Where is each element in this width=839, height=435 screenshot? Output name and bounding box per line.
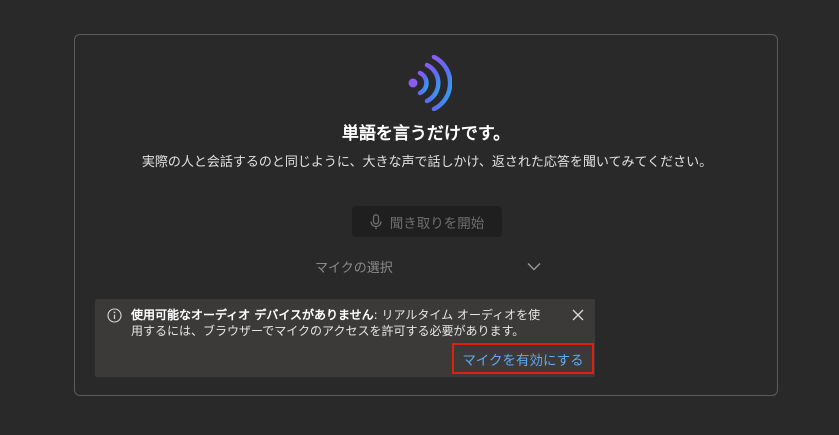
description: 実際の人と会話するのと同じように、大きな声で話しかけ、返された応答を聞いてみてく… bbox=[141, 155, 713, 170]
start-listening-label: 聞き取りを開始 bbox=[389, 215, 485, 232]
notice-title: 使用可能なオーディオ デバイスがありません bbox=[131, 308, 374, 322]
microphone-select[interactable]: マイクの選択 bbox=[315, 253, 541, 279]
audio-device-notice: 使用可能なオーディオ デバイスがありません: リアルタイム オーディオを使用する… bbox=[95, 299, 595, 377]
voice-chat-card: 単語を言うだけです。 実際の人と会話するのと同じように、大きな声で話しかけ、返さ… bbox=[74, 34, 778, 396]
audio-waves-icon bbox=[408, 55, 452, 111]
chevron-down-icon bbox=[527, 262, 541, 270]
microphone-icon bbox=[370, 213, 382, 229]
headline: 単語を言うだけです。 bbox=[341, 124, 511, 144]
enable-microphone-button[interactable]: マイクを有効にする bbox=[452, 343, 594, 374]
notice-message: 使用可能なオーディオ デバイスがありません: リアルタイム オーディオを使用する… bbox=[131, 307, 551, 339]
microphone-select-label: マイクの選択 bbox=[315, 260, 393, 276]
start-listening-button[interactable]: 聞き取りを開始 bbox=[352, 206, 502, 237]
close-icon[interactable] bbox=[571, 308, 585, 322]
info-icon bbox=[107, 308, 122, 323]
